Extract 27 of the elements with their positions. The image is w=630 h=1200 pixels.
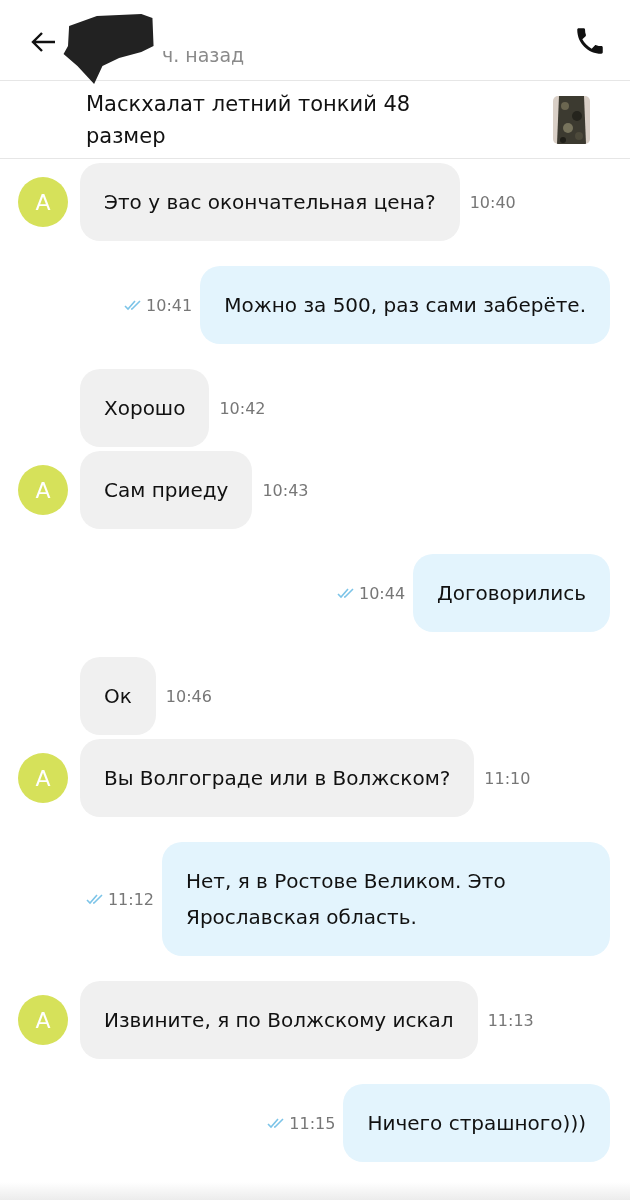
message-bubble: Можно за 500, раз сами заберёте. bbox=[200, 266, 610, 344]
message-bubble: Нет, я в Ростове Великом. Это Ярославская область. bbox=[162, 842, 610, 956]
back-arrow-icon[interactable] bbox=[30, 31, 56, 53]
message-bubble: Договорились bbox=[413, 554, 610, 632]
message-bubble: Сам приеду bbox=[80, 451, 253, 529]
message-time: 10:43 bbox=[262, 480, 309, 500]
message-bubble: Хорошо bbox=[80, 369, 210, 447]
message-bubble: Извините, я по Волжскому искал bbox=[80, 981, 478, 1059]
last-seen-text: ч. назад bbox=[162, 44, 245, 66]
message-time: 10:41 bbox=[146, 295, 193, 315]
message-bubble: Это у вас окончательная цена? bbox=[80, 163, 460, 241]
message-time: 10:46 bbox=[165, 686, 212, 706]
message-bubble: Ок bbox=[80, 657, 156, 735]
message-bubble: Ничего страшного))) bbox=[343, 1084, 610, 1162]
message-time: 10:44 bbox=[359, 583, 406, 603]
listing-title[interactable]: Маскхалат летний тонкий 48 размер bbox=[86, 87, 456, 152]
avatar[interactable]: A bbox=[18, 177, 68, 227]
message-time: 10:42 bbox=[219, 398, 266, 418]
message-time: 10:40 bbox=[469, 192, 516, 212]
avatar[interactable]: A bbox=[18, 753, 68, 803]
message-time: 11:12 bbox=[107, 889, 154, 909]
message-time: 11:13 bbox=[487, 1010, 534, 1030]
message-bubble: Вы Волгограде или в Волжском? bbox=[80, 739, 475, 817]
avatar[interactable]: A bbox=[18, 465, 68, 515]
message-time: 11:10 bbox=[484, 768, 531, 788]
avatar[interactable]: A bbox=[18, 995, 68, 1045]
message-time: 11:15 bbox=[289, 1113, 336, 1133]
